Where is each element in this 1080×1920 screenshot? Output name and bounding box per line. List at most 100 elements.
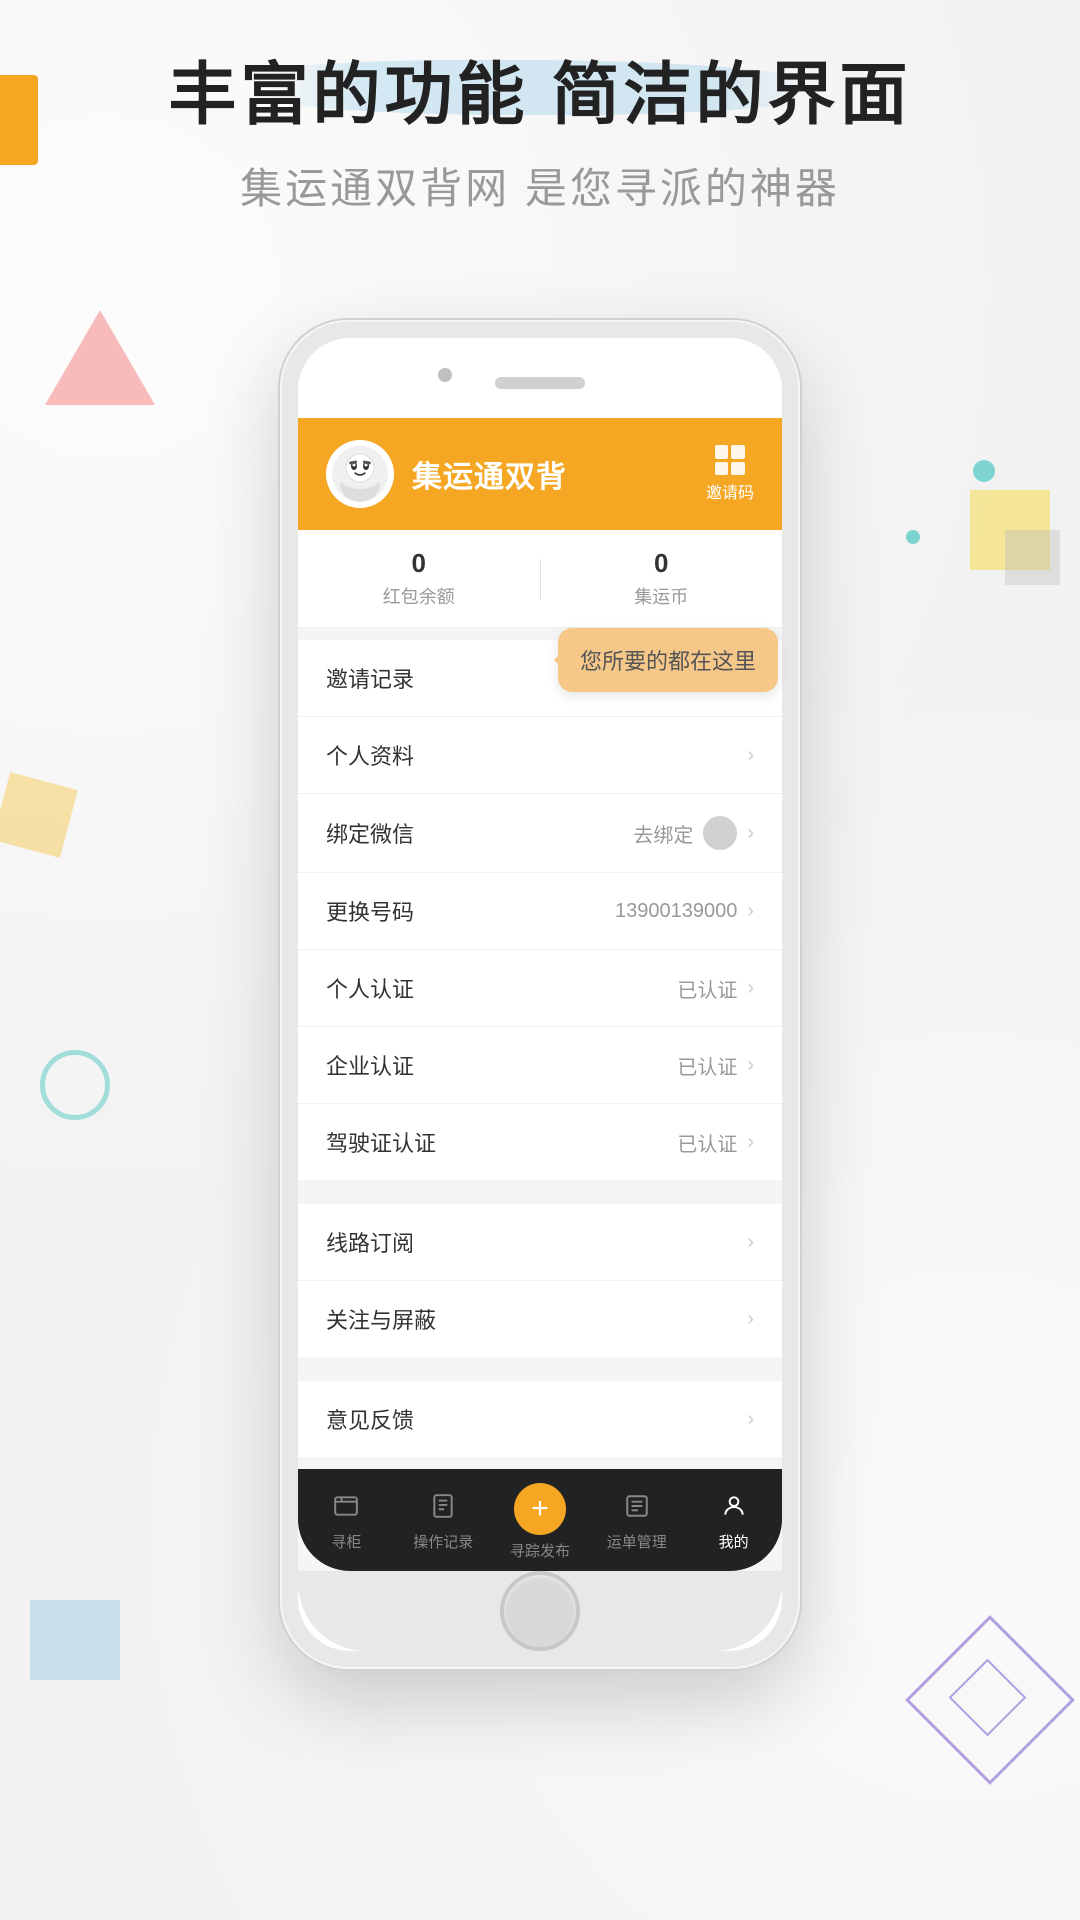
menu-label-profile: 个人资料 [326,739,414,771]
hero-title-area: 丰富的功能 简洁的界面 集运通双背网 是您寻派的神器 [0,55,1080,216]
menu-right-feedback: › [747,1408,754,1431]
chevron-company-cert: › [747,1054,754,1077]
nav-item-search-cabinet[interactable]: 寻柜 [298,1493,395,1552]
app-name-label: 集运通双背 [412,452,567,496]
nav-label-operation-record: 操作记录 [413,1531,473,1552]
qr-cell-1 [715,445,729,459]
nav-label-waybill: 运单管理 [607,1531,667,1552]
menu-section-1: 邀请记录 › 个人资料 › 绑定微信 [298,640,782,1180]
app-header: 集运通双背 邀请码 [298,418,782,530]
menu-item-personal-cert[interactable]: 个人认证 已认证 › [298,950,782,1027]
menu-right-wechat: 去绑定 › [633,816,754,850]
phone-value: 13900139000 [615,900,737,923]
chevron-wechat: › [747,822,754,845]
stat-hongbao: 0 红包余额 [298,548,540,609]
phone-mockup: 集运通双背 邀请码 0 [280,320,800,1669]
menu-item-company-cert[interactable]: 企业认证 已认证 › [298,1027,782,1104]
menu-label-feedback: 意见反馈 [326,1403,414,1435]
deco-teal-dot2 [906,530,920,544]
menu-label-follow-block: 关注与屏蔽 [326,1303,436,1335]
nav-item-mine[interactable]: 我的 [685,1493,782,1552]
menu-item-follow-block[interactable]: 关注与屏蔽 › [298,1281,782,1357]
personal-cert-value: 已认证 [677,974,737,1003]
chevron-phone: › [747,900,754,923]
camera-dot [438,368,452,382]
speaker-grill [495,377,585,389]
top-bezel [298,338,782,418]
menu-section-3: 意见反馈 › [298,1381,782,1457]
nav-label-mine: 我的 [719,1531,749,1552]
header-right: 邀请码 [706,445,754,503]
menu-right-phone: 13900139000 › [615,900,754,923]
company-cert-value: 已认证 [677,1051,737,1080]
main-title: 丰富的功能 简洁的界面 [0,55,1080,137]
menu-label-personal-cert: 个人认证 [326,972,414,1004]
menu-label-invite-record: 邀请记录 [326,662,414,694]
phone-inner: 集运通双背 邀请码 0 [298,338,782,1651]
deco-pink-triangle [45,310,155,405]
chevron-personal-cert: › [747,977,754,1000]
qr-cell-4 [731,462,745,476]
menu-item-driver-cert[interactable]: 驾驶证认证 已认证 › [298,1104,782,1180]
menu-right-profile: › [747,744,754,767]
nav-label-publish: 寻踪发布 [510,1540,570,1561]
menu-item-phone[interactable]: 更换号码 13900139000 › [298,873,782,950]
chevron-feedback: › [747,1408,754,1431]
chevron-profile: › [747,744,754,767]
stat-jiyunbi: 0 集运币 [541,548,783,609]
driver-cert-value: 已认证 [677,1128,737,1157]
hongbao-label: 红包余额 [298,583,540,609]
menu-right-driver-cert: 已认证 › [677,1128,754,1157]
nav-item-operation-record[interactable]: 操作记录 [395,1493,492,1552]
jiyunbi-label: 集运币 [541,583,783,609]
section-break-1 [298,1180,782,1192]
stats-bar: 0 红包余额 0 集运币 [298,530,782,628]
qr-code-icon[interactable] [715,445,745,475]
publish-plus-button[interactable]: + [514,1483,566,1535]
bottom-nav: 寻柜 操作记录 + 寻踪发布 [298,1469,782,1571]
menu-label-route-subscribe: 线路订阅 [326,1226,414,1258]
deco-blue-rect [30,1600,120,1680]
chevron-follow-block: › [747,1308,754,1331]
jiyunbi-value: 0 [541,548,783,579]
bottom-bezel [298,1571,782,1651]
menu-label-company-cert: 企业认证 [326,1049,414,1081]
invite-label: 邀请码 [706,479,754,503]
menu-item-wechat[interactable]: 绑定微信 去绑定 › [298,794,782,873]
home-button[interactable] [504,1575,576,1647]
mine-icon [721,1493,747,1526]
qr-cell-2 [731,445,745,459]
nav-item-waybill[interactable]: 运单管理 [588,1493,685,1552]
hongbao-value: 0 [298,548,540,579]
section-break-2 [298,1357,782,1369]
deco-teal-circle [40,1050,110,1120]
menu-right-route-subscribe: › [747,1231,754,1254]
tooltip-bubble: 您所要的都在这里 [558,628,778,692]
menu-item-route-subscribe[interactable]: 线路订阅 › [298,1204,782,1281]
menu-item-feedback[interactable]: 意见反馈 › [298,1381,782,1457]
menu-section-2: 线路订阅 › 关注与屏蔽 › [298,1204,782,1357]
menu-item-profile[interactable]: 个人资料 › [298,717,782,794]
qr-cell-3 [715,462,729,476]
avatar [326,440,394,508]
menu-label-phone: 更换号码 [326,895,414,927]
deco-gray-rect [1005,530,1060,585]
operation-record-icon [430,1493,456,1526]
sub-title: 集运通双背网 是您寻派的神器 [0,155,1080,216]
section-break-3 [298,1457,782,1469]
menu-right-follow-block: › [747,1308,754,1331]
avatar-icon [330,444,390,504]
waybill-icon [624,1493,650,1526]
nav-item-publish[interactable]: + 寻踪发布 [492,1483,589,1561]
phone-shell: 集运通双背 邀请码 0 [280,320,800,1669]
search-cabinet-icon [333,1493,359,1526]
nav-label-search-cabinet: 寻柜 [331,1531,361,1552]
menu-label-driver-cert: 驾驶证认证 [326,1126,436,1158]
menu-label-wechat: 绑定微信 [326,817,414,849]
header-left: 集运通双背 [326,440,567,508]
menu-right-personal-cert: 已认证 › [677,974,754,1003]
chevron-route-subscribe: › [747,1231,754,1254]
app-screen: 集运通双背 邀请码 0 [298,418,782,1571]
menu-right-company-cert: 已认证 › [677,1051,754,1080]
wechat-bind-value: 去绑定 [633,819,693,848]
